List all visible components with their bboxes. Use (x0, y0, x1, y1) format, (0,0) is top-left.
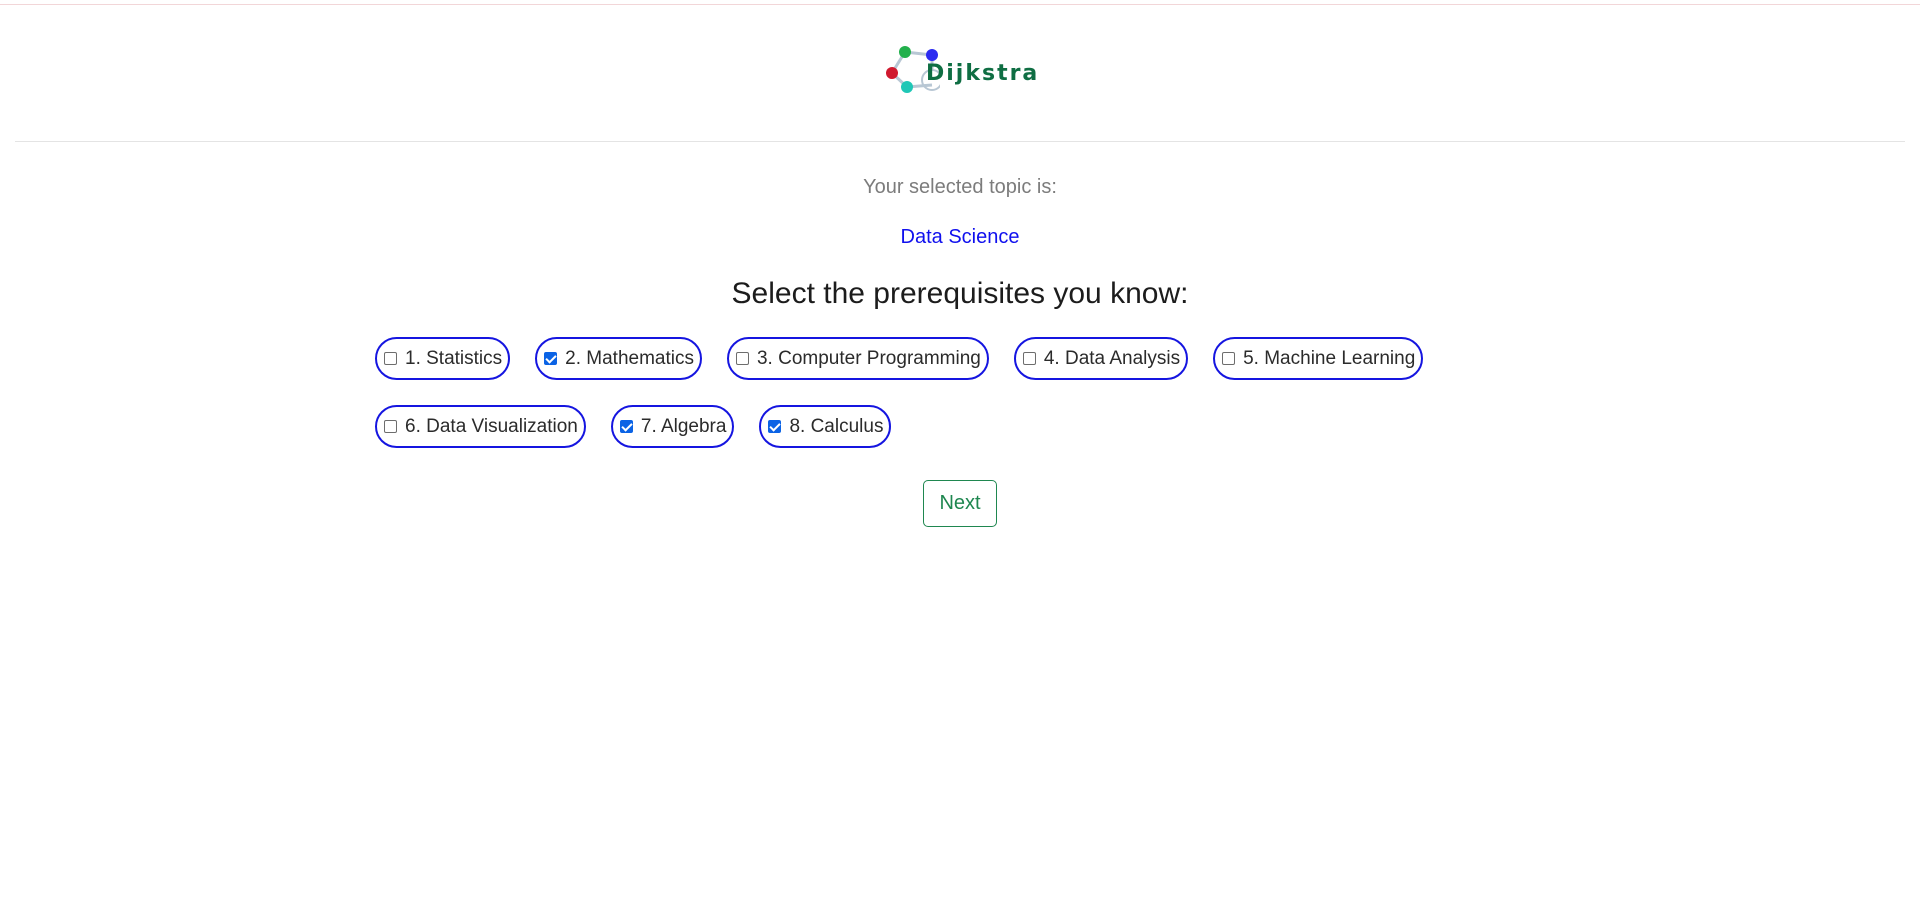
selected-topic-label: Your selected topic is: (863, 176, 1057, 198)
header-divider (15, 141, 1905, 142)
prerequisite-chip-algebra[interactable]: 7. Algebra (610, 405, 735, 448)
chip-label: 5. Machine Learning (1243, 347, 1416, 369)
prerequisites-row-2: 6. Data Visualization 7. Algebra 8. Calc… (375, 405, 1575, 448)
header: Dijkstra (0, 0, 1920, 142)
dijkstra-logo[interactable]: Dijkstra (880, 42, 1040, 98)
checkbox[interactable] (1022, 352, 1036, 365)
prerequisite-chip-calculus[interactable]: 8. Calculus (759, 405, 892, 448)
checkbox[interactable] (544, 352, 558, 365)
prerequisites-list: 1. Statistics 2. Mathematics 3. Computer… (375, 337, 1575, 473)
prerequisite-chip-data-analysis[interactable]: 4. Data Analysis (1013, 337, 1189, 380)
prerequisite-chip-statistics[interactable]: 1. Statistics (375, 337, 511, 380)
prerequisite-chip-mathematics[interactable]: 2. Mathematics (535, 337, 702, 380)
chip-label: 2. Mathematics (565, 347, 694, 369)
checkbox[interactable] (384, 420, 397, 433)
checkbox[interactable] (768, 420, 782, 433)
checkbox[interactable] (735, 352, 749, 365)
prerequisites-row-1: 1. Statistics 2. Mathematics 3. Computer… (375, 337, 1575, 380)
logo-wordmark: Dijkstra (926, 61, 1040, 86)
prerequisite-chip-machine-learning[interactable]: 5. Machine Learning (1213, 337, 1424, 380)
prerequisite-chip-computer-programming[interactable]: 3. Computer Programming (726, 337, 989, 380)
checkbox[interactable] (384, 352, 397, 365)
prerequisites-heading: Select the prerequisites you know: (731, 277, 1189, 310)
selected-topic-value: Data Science (900, 226, 1020, 248)
checkbox[interactable] (619, 420, 633, 433)
chip-label: 1. Statistics (405, 347, 503, 369)
chip-label: 7. Algebra (640, 415, 727, 437)
chip-label: 6. Data Visualization (405, 415, 578, 437)
chip-label: 3. Computer Programming (756, 347, 981, 369)
prerequisite-chip-data-visualization[interactable]: 6. Data Visualization (375, 405, 586, 448)
checkbox[interactable] (1222, 352, 1236, 365)
chip-label: 8. Calculus (789, 415, 884, 437)
chip-label: 4. Data Analysis (1043, 347, 1181, 369)
next-button[interactable]: Next (923, 480, 997, 527)
